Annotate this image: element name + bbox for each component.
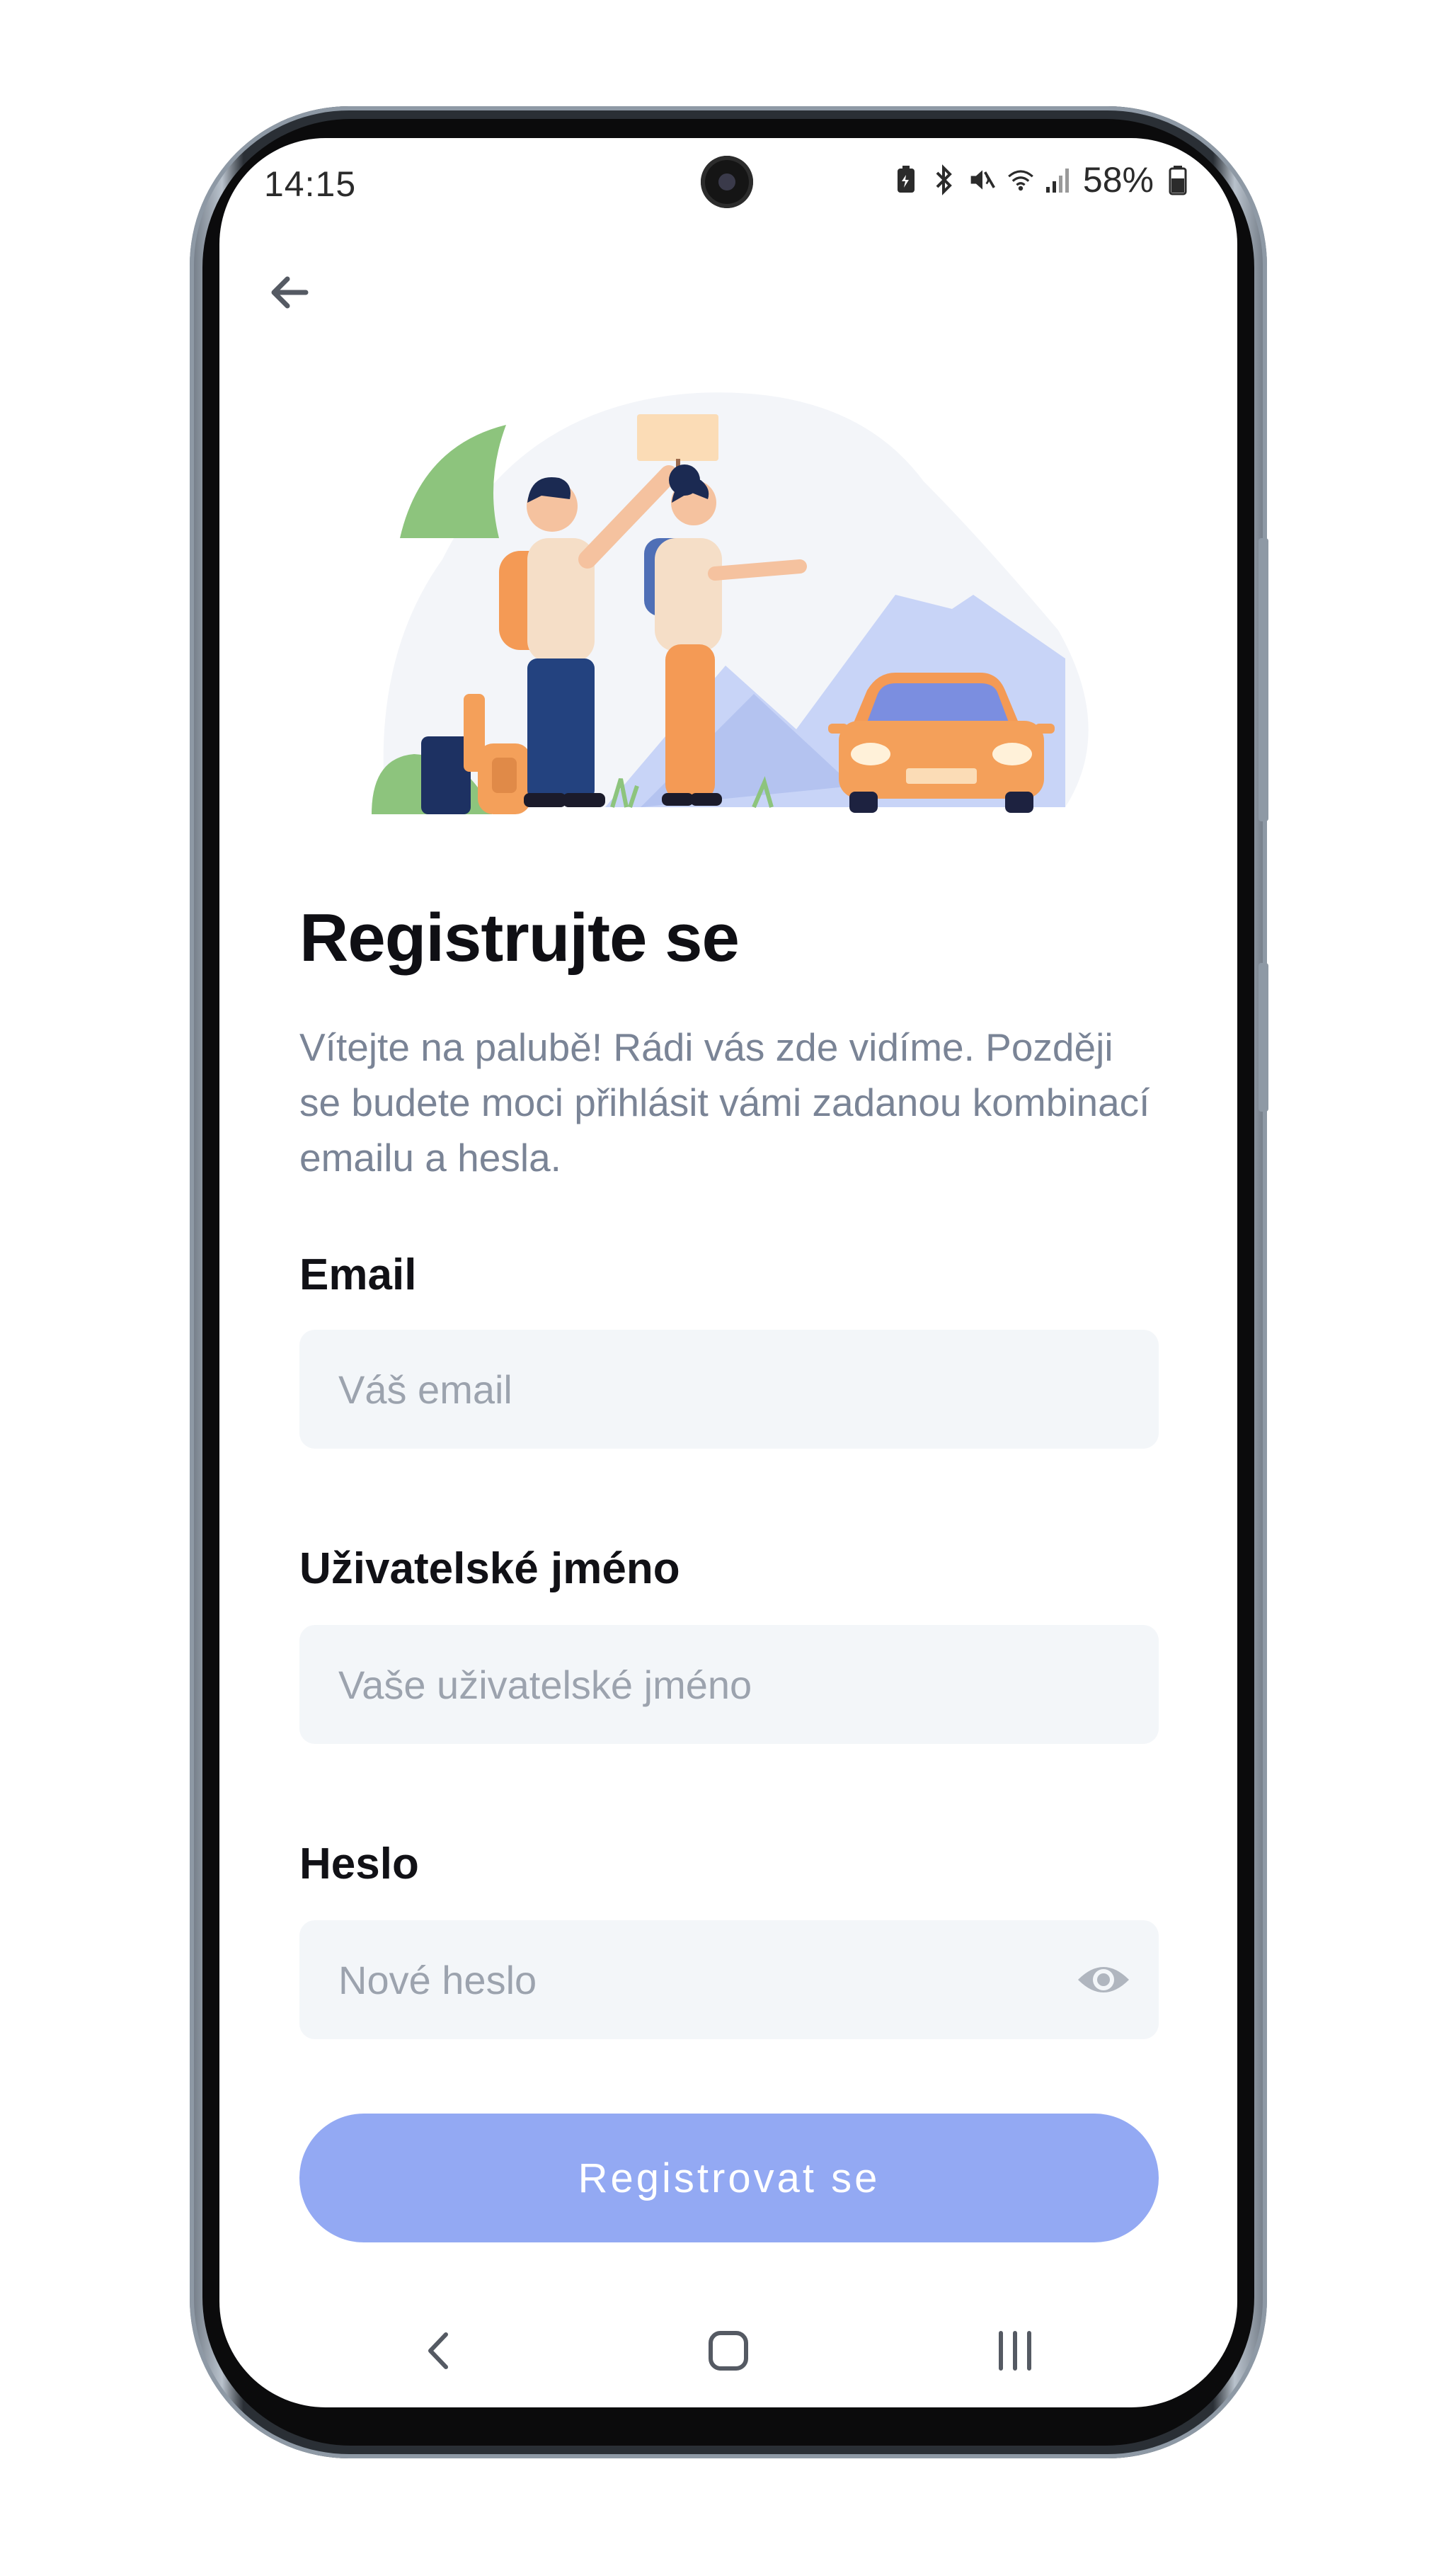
recents-nav-icon <box>999 2331 1031 2371</box>
screen: 14:15 58% Registrujte se Vítejte na palu… <box>219 138 1237 2407</box>
wifi-icon <box>1007 164 1035 195</box>
back-nav-icon <box>428 2332 448 2369</box>
travel-illustration <box>372 392 1089 814</box>
username-field[interactable]: Vaše uživatelské jméno <box>299 1625 1159 1744</box>
volume-button <box>1259 538 1268 821</box>
page-title: Registrujte se <box>299 900 740 976</box>
battery-percentage: 58% <box>1082 160 1154 200</box>
home-nav-icon <box>709 2331 748 2371</box>
bluetooth-icon <box>930 164 958 195</box>
password-label: Heslo <box>299 1840 419 1888</box>
nav-home-button[interactable] <box>693 2319 764 2383</box>
password-field[interactable]: Nové heslo <box>299 1920 1159 2039</box>
register-button[interactable]: Registrovat se <box>299 2114 1159 2242</box>
username-placeholder: Vaše uživatelské jméno <box>338 1662 752 1707</box>
nav-recents-button[interactable] <box>980 2319 1050 2383</box>
back-button[interactable] <box>262 264 319 321</box>
battery-saver-icon <box>892 164 920 195</box>
eye-icon[interactable] <box>1075 1958 1132 2001</box>
email-label: Email <box>299 1250 417 1299</box>
status-icons: 58% <box>892 159 1192 200</box>
status-time: 14:15 <box>264 164 357 204</box>
arrow-left-icon <box>271 276 309 309</box>
front-camera <box>701 156 753 208</box>
password-placeholder: Nové heslo <box>338 1957 537 2002</box>
signal-icon <box>1045 164 1073 195</box>
nav-back-button[interactable] <box>403 2319 474 2383</box>
username-label: Uživatelské jméno <box>299 1544 680 1593</box>
register-button-label: Registrovat se <box>578 2155 881 2201</box>
power-button <box>1259 963 1268 1112</box>
page-subtitle: Vítejte na palubě! Rádi vás zde vidíme. … <box>299 1025 1150 1180</box>
mute-icon <box>968 164 997 195</box>
battery-icon <box>1164 164 1192 195</box>
email-field[interactable]: Váš email <box>299 1330 1159 1449</box>
email-placeholder: Váš email <box>338 1367 512 1412</box>
